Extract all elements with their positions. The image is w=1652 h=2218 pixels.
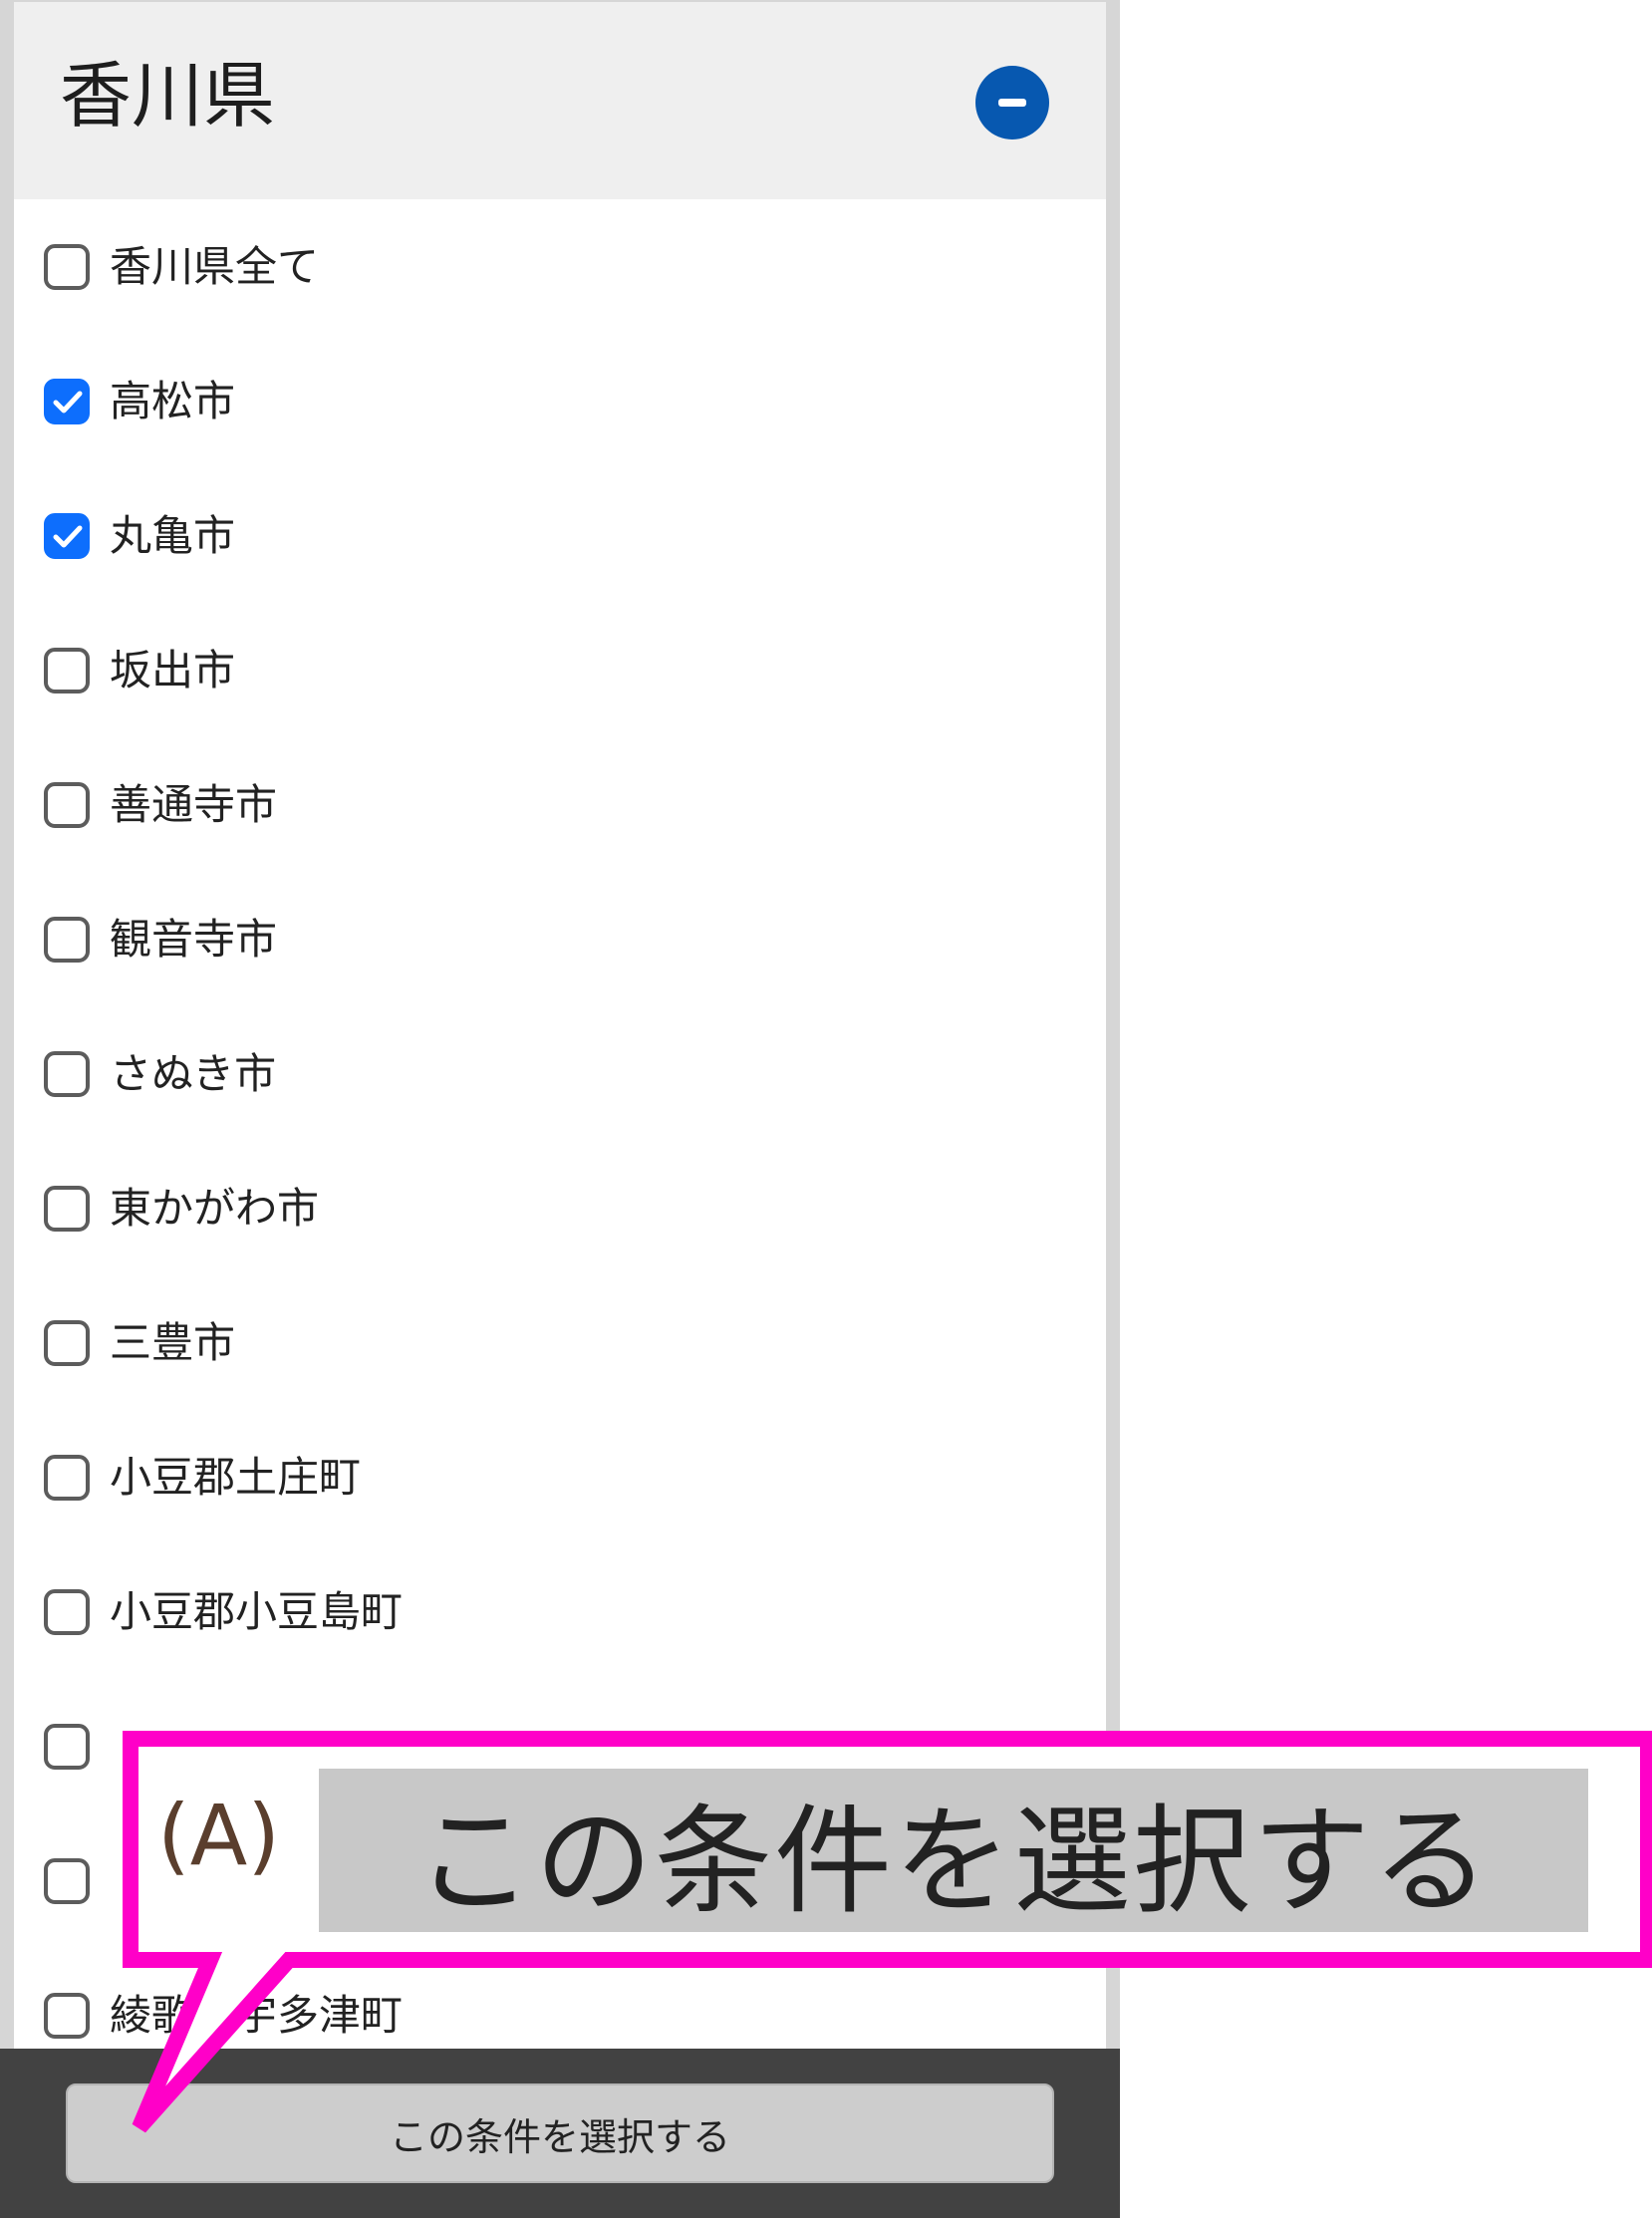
callout-text: この条件を選択する [319, 1769, 1588, 1932]
callout-label: (A) [157, 1787, 281, 1884]
